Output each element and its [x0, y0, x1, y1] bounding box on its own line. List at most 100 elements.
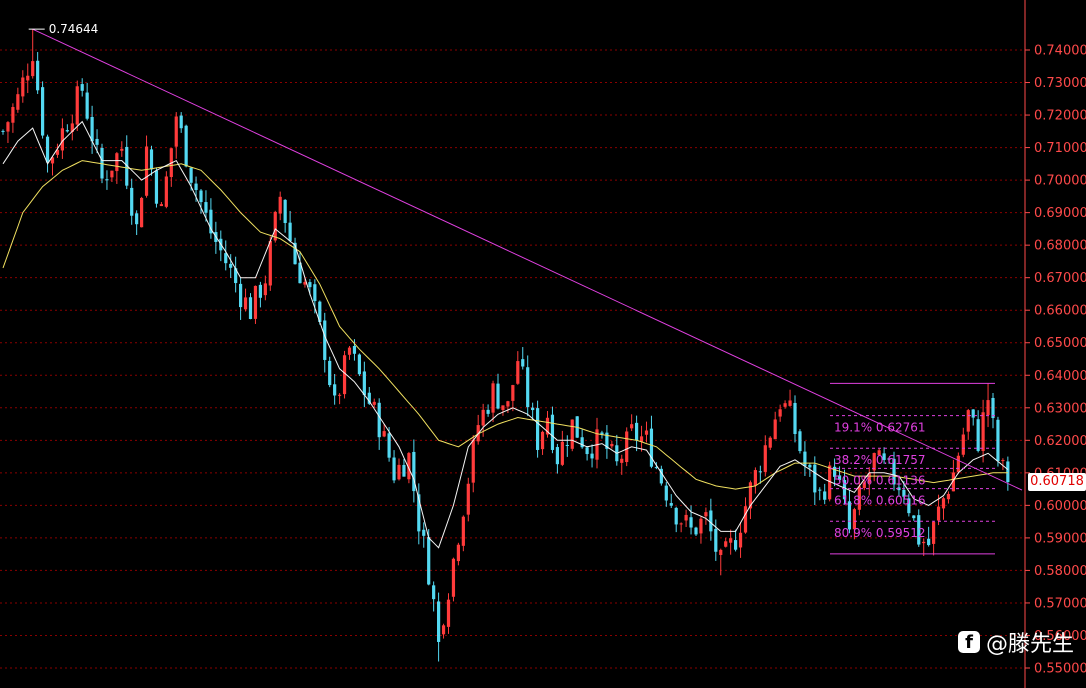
candle-down [689, 517, 693, 528]
candle-down [308, 282, 312, 288]
candle-up [456, 544, 460, 562]
candle-up [451, 558, 456, 597]
candle-down [184, 125, 188, 167]
candle-up [338, 394, 342, 396]
price-chart: 19.1% 0.62761 38.2% 0.61757 50.0% 0.61136 6… [0, 0, 1086, 688]
candle-up [981, 412, 985, 451]
candle-up [961, 434, 965, 455]
candle-down [991, 397, 995, 419]
candle-down [333, 384, 337, 396]
fib-level-label: 50.0% 0.61136 [834, 473, 926, 487]
fib-level-label: 80.9% 0.59512 [834, 526, 926, 540]
candle-up [481, 409, 485, 426]
candle-down [179, 115, 183, 129]
candle-up [253, 285, 258, 319]
candle-down [555, 447, 559, 465]
candle-down [526, 367, 530, 408]
fib-level-label: 19.1% 0.62761 [834, 421, 926, 435]
candle-down [674, 507, 678, 525]
candle-down [362, 371, 366, 396]
candle-down [85, 92, 89, 119]
candle-down [927, 538, 931, 546]
candle-up [16, 94, 20, 110]
candle-down [803, 451, 807, 467]
axis-tick-label: 0.60000 [1034, 499, 1086, 514]
candle-down [536, 408, 540, 450]
candle-down [758, 471, 762, 473]
axis-tick-label: 0.57000 [1034, 596, 1086, 611]
candle-down [95, 138, 99, 145]
fibonacci-retracement: 19.1% 0.62761 38.2% 0.61757 50.0% 0.61136 6… [830, 382, 995, 555]
candle-up [932, 521, 936, 544]
axis-tick-label: 0.71000 [1034, 141, 1086, 156]
candle-down [427, 537, 431, 585]
current-price-tag: 0.60718 [1028, 473, 1086, 491]
candle-up [783, 403, 787, 407]
candle-up [704, 512, 708, 517]
candle-up [471, 439, 475, 483]
candle-up [986, 400, 990, 416]
candle-down [709, 510, 713, 532]
candle-down [352, 346, 357, 354]
candle-up [75, 86, 79, 125]
candle-up [382, 431, 386, 437]
candle-down [90, 116, 94, 142]
candle-up [956, 455, 960, 473]
candlesticks [1, 29, 1010, 662]
candle-down [714, 528, 718, 552]
candle-up [491, 383, 495, 413]
candle-up [763, 445, 767, 472]
candle-down [521, 359, 525, 367]
candle-down [130, 187, 134, 216]
candle-up [724, 541, 728, 547]
axis-tick-label: 0.63000 [1034, 401, 1086, 416]
candle-down [283, 199, 287, 224]
candle-down [590, 453, 594, 459]
candle-down [323, 320, 327, 360]
candle-down [204, 202, 208, 213]
axis-tick-label: 0.67000 [1034, 271, 1086, 286]
candle-down [635, 422, 639, 441]
candle-down [41, 87, 45, 136]
candle-down [45, 136, 50, 163]
candle-down [387, 433, 391, 458]
candle-down [288, 222, 292, 242]
candle-up [347, 347, 352, 355]
candle-down [357, 354, 361, 375]
candle-up [768, 437, 772, 448]
candle-down [392, 457, 396, 481]
candle-down [912, 515, 916, 519]
candle-up [788, 400, 792, 406]
candle-up [263, 283, 267, 296]
candle-down [258, 284, 262, 298]
axis-tick-label: 0.72000 [1034, 109, 1086, 124]
candle-up [506, 401, 510, 407]
candle-up [1001, 460, 1005, 462]
candle-down [194, 183, 198, 191]
candle-up [115, 153, 119, 172]
candle-up [461, 516, 465, 546]
candle-down [793, 402, 797, 435]
candle-up [540, 431, 545, 450]
candle-up [778, 409, 782, 417]
candle-down [818, 489, 822, 491]
axis-tick-label: 0.70000 [1034, 174, 1086, 189]
fib-level-label: 61.8% 0.60516 [834, 494, 926, 508]
candle-up [610, 443, 614, 447]
candle-down [823, 491, 827, 500]
candle-down [1006, 461, 1010, 483]
trendline-line [32, 28, 1023, 491]
candle-up [516, 361, 520, 384]
candle-down [971, 409, 975, 418]
axis-tick-label: 0.68000 [1034, 239, 1086, 254]
candle-down [328, 360, 332, 386]
axis-tick-label: 0.62000 [1034, 434, 1086, 449]
watermark-text: @滕先生 [985, 632, 1074, 657]
candle-up [164, 176, 168, 207]
candle-up [644, 430, 649, 435]
axis-tick-label: 0.66000 [1034, 304, 1086, 319]
candle-down [80, 84, 84, 91]
grid-lines [0, 49, 1025, 669]
candle-down [996, 419, 1000, 462]
candle-down [550, 414, 555, 450]
